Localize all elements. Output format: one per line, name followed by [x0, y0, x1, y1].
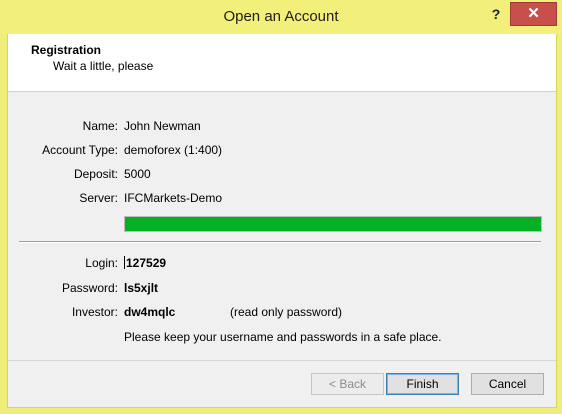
cancel-button[interactable]: Cancel	[471, 373, 544, 395]
password-value[interactable]: ls5xjlt	[124, 281, 158, 295]
server-value: IFCMarkets-Demo	[124, 191, 223, 205]
name-value: John Newman	[124, 119, 201, 133]
account-type-label: Account Type:	[42, 143, 118, 157]
password-label: Password:	[61, 281, 118, 295]
progress-fill	[125, 217, 541, 231]
help-button[interactable]: ?	[485, 4, 507, 26]
investor-value[interactable]: dw4mqlc	[124, 305, 175, 319]
login-value[interactable]: 127529	[126, 256, 166, 270]
investor-label: Investor:	[71, 305, 118, 319]
footer-divider	[8, 360, 556, 361]
finish-button[interactable]: Finish	[386, 373, 459, 395]
dialog-body: Registration Wait a little, please Name:…	[7, 34, 557, 408]
section-divider	[19, 241, 541, 243]
window-title: Open an Account	[223, 8, 339, 25]
deposit-label: Deposit:	[73, 167, 118, 181]
deposit-value: 5000	[124, 167, 151, 181]
close-icon: ✕	[527, 5, 540, 22]
safety-note: Please keep your username and passwords …	[124, 330, 442, 344]
back-button[interactable]: < Back	[311, 373, 384, 395]
close-button[interactable]: ✕	[510, 2, 557, 26]
title-bar: Open an Account ? ✕	[0, 0, 562, 34]
server-label: Server:	[79, 191, 118, 205]
investor-note: (read only password)	[230, 305, 343, 319]
header-title: Registration	[31, 43, 102, 57]
header-subtitle: Wait a little, please	[53, 59, 154, 73]
wizard-header: Registration Wait a little, please	[8, 34, 556, 92]
account-type-value: demoforex (1:400)	[124, 143, 223, 157]
registration-progress-bar	[124, 216, 542, 232]
name-label: Name:	[82, 119, 118, 133]
text-caret	[124, 256, 125, 269]
login-label: Login:	[85, 256, 118, 270]
